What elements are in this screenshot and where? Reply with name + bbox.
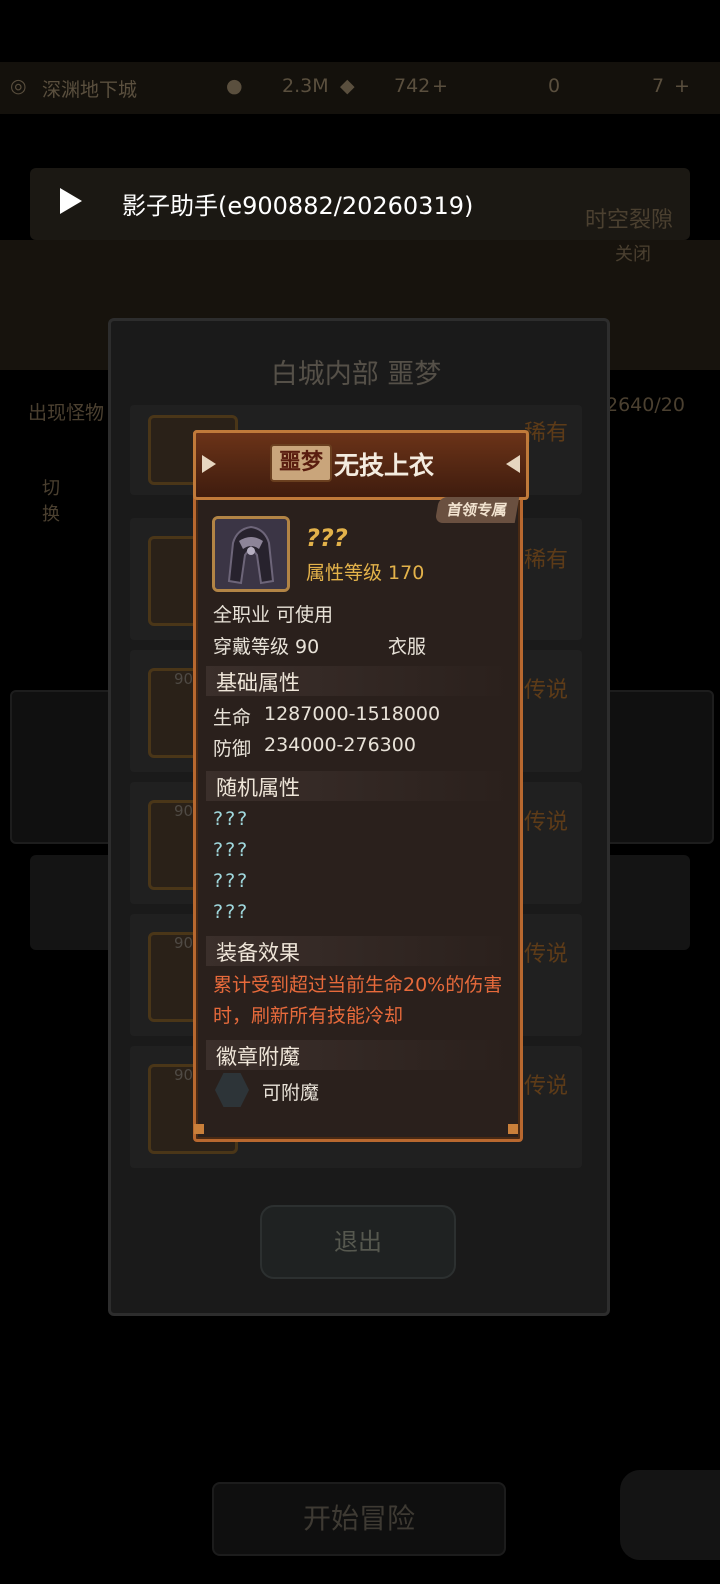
add-gem-icon[interactable]: + (432, 75, 448, 97)
drop-level: 90 (174, 1066, 194, 1084)
drop-level: 90 (174, 934, 194, 952)
top-bar: ◎ 深渊地下城 ● 2.3M ◆ 742 + 0 7 + (0, 62, 720, 114)
stat-name: 生命 (213, 707, 252, 729)
base-attributes-header: 基础属性 (206, 666, 514, 696)
armor-icon (212, 516, 290, 592)
corner-ornament (508, 1124, 518, 1134)
assistant-banner-text: 影子助手(e900882/20260319) (122, 192, 474, 220)
section-title: 随机属性 (216, 776, 300, 800)
progress-label: 2640/20 (606, 394, 685, 416)
equip-effect-header: 装备效果 (206, 936, 514, 966)
location-icon: ◎ (10, 75, 27, 97)
random-stat: ??? (213, 901, 250, 923)
stat4-value: 7 (652, 75, 665, 97)
drop-rarity: 传说 (523, 678, 568, 703)
drop-rarity: 传说 (523, 942, 568, 967)
stat-value: 1287000-1518000 (264, 703, 441, 725)
section-title: 装备效果 (216, 941, 300, 965)
class-requirement: 全职业 可使用 (213, 604, 334, 626)
location-name: 深渊地下城 (42, 79, 138, 101)
section-title: 基础属性 (216, 671, 300, 695)
stat-value: 234000-276300 (264, 734, 416, 756)
monster-label: 出现怪物 (28, 402, 105, 424)
boss-exclusive-badge: 首领专属 (434, 497, 520, 523)
triangle-right-icon (506, 455, 520, 473)
star-rating-text: ??? (306, 524, 348, 552)
gem-icon: ◆ (340, 75, 355, 97)
badge-enchant-header: 徽章附魔 (206, 1040, 514, 1070)
exit-button[interactable]: 退出 (260, 1205, 456, 1279)
random-stat: ??? (213, 808, 250, 830)
rift-label[interactable]: 时空裂隙 (585, 202, 673, 234)
difficulty-tag: 噩梦 (270, 444, 332, 482)
gold-value: 2.3M (282, 75, 329, 97)
triangle-left-icon (202, 455, 216, 473)
drop-rarity: 稀有 (523, 421, 568, 446)
equip-effect-text: 累计受到超过当前生命20%的伤害时，刷新所有技能冷却 (213, 974, 503, 1027)
switch-label[interactable]: 切换 (42, 474, 62, 526)
item-slot: 衣服 (388, 636, 427, 658)
random-stat: ??? (213, 839, 250, 861)
add-stat-icon[interactable]: + (674, 75, 690, 97)
gem-value: 742 (394, 75, 431, 97)
stat-name: 防御 (213, 738, 252, 760)
next-arrow-button[interactable] (620, 1470, 720, 1560)
dungeon-title: 白城内部 噩梦 (270, 359, 442, 390)
gold-icon: ● (226, 75, 243, 97)
corner-ornament (194, 1124, 204, 1134)
attribute-level: 属性等级 170 (306, 562, 425, 584)
random-stat: ??? (213, 870, 250, 892)
drop-rarity: 稀有 (523, 548, 568, 573)
item-name: 无技上衣 (334, 451, 435, 480)
start-adventure-button[interactable]: 开始冒险 (212, 1482, 506, 1556)
section-title: 徽章附魔 (216, 1045, 300, 1069)
drop-level: 90 (174, 670, 194, 688)
drop-level: 90 (174, 802, 194, 820)
play-icon[interactable] (60, 188, 82, 214)
rift-sub-label: 关闭 (615, 244, 651, 265)
random-attributes-header: 随机属性 (206, 771, 514, 801)
wear-level: 穿戴等级 90 (213, 636, 320, 658)
enchant-text: 可附魔 (262, 1082, 320, 1104)
drop-rarity: 传说 (523, 1074, 568, 1099)
drop-rarity: 传说 (523, 810, 568, 835)
stat3-value: 0 (548, 75, 561, 97)
